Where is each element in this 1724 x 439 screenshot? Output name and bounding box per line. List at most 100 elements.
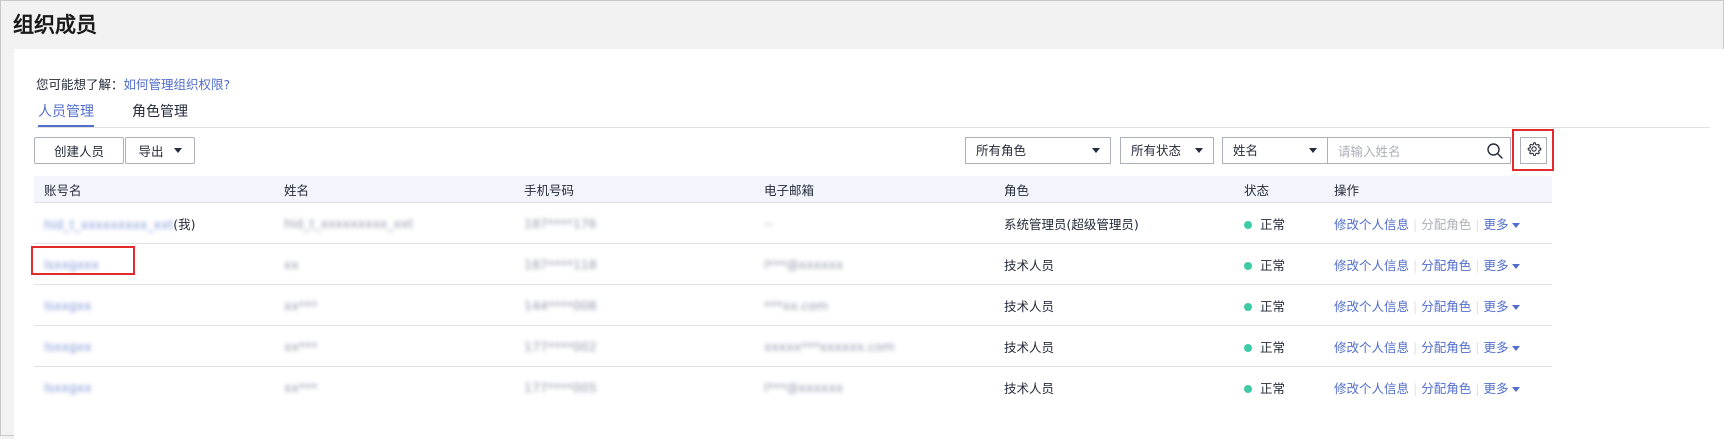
status-value: 正常 bbox=[1260, 339, 1286, 355]
status-value: 正常 bbox=[1260, 216, 1286, 232]
search-field-select[interactable]: 姓名 bbox=[1222, 137, 1328, 164]
status-dot-icon bbox=[1244, 344, 1252, 352]
ops-cell: 修改个人信息 | 分配角色 | 更多 bbox=[1324, 202, 1552, 244]
export-button[interactable]: 导出 bbox=[125, 137, 195, 164]
phone-value: 187****176 bbox=[524, 215, 597, 231]
column-header: 操作 bbox=[1324, 176, 1552, 203]
settings-highlight-box bbox=[1512, 129, 1554, 171]
chevron-down-icon bbox=[1092, 148, 1100, 153]
more-dropdown[interactable]: 更多 bbox=[1483, 258, 1508, 273]
column-header: 手机号码 bbox=[514, 176, 754, 203]
account-link[interactable]: lsxxgxx bbox=[44, 298, 92, 313]
account-link[interactable]: lsxxgxx bbox=[44, 339, 92, 354]
role-cell: 技术人员 bbox=[994, 284, 1234, 326]
hint-prefix: 您可能想了解： bbox=[36, 77, 124, 92]
assign-role-link[interactable]: 分配角色 bbox=[1421, 258, 1471, 273]
self-tag: (我) bbox=[173, 216, 196, 232]
status-cell: 正常 bbox=[1234, 202, 1324, 244]
table-row: hid_t_xxxxxxxxx_xxt(我) hid_t_xxxxxxxxx_x… bbox=[34, 202, 1552, 244]
email-cell: l***@xxxxxx bbox=[754, 243, 994, 285]
chevron-down-icon bbox=[1309, 148, 1317, 153]
chevron-down-icon bbox=[173, 148, 182, 153]
table-row: lsxxgxx xx*** 177****002 xxxxx***xxxxxx.… bbox=[34, 325, 1552, 367]
email-value: -- bbox=[764, 215, 774, 231]
table-row: lsxxgxx xx*** 177****005 l***@xxxxxx 技术人… bbox=[34, 367, 1552, 408]
role-cell: 技术人员 bbox=[1004, 380, 1055, 396]
email-cell: -- bbox=[754, 202, 994, 244]
tabs-divider bbox=[36, 127, 1710, 128]
role-filter-value: 所有角色 bbox=[976, 143, 1027, 158]
account-link[interactable]: lsxxgxx bbox=[44, 380, 92, 395]
separator: | bbox=[1413, 298, 1418, 314]
status-dot-icon bbox=[1244, 221, 1252, 229]
account-cell: lsxxgxx bbox=[34, 367, 274, 408]
phone-cell: 187****118 bbox=[514, 243, 754, 285]
account-cell: lsxxgxx bbox=[34, 325, 274, 367]
chevron-down-icon bbox=[1512, 222, 1521, 228]
more-dropdown[interactable]: 更多 bbox=[1483, 217, 1508, 232]
name-cell: hid_t_xxxxxxxxx_xxt bbox=[274, 202, 514, 244]
name-cell: xx*** bbox=[274, 325, 514, 367]
ops-cell: 修改个人信息 | 分配角色 | 更多 bbox=[1324, 284, 1552, 326]
more-dropdown[interactable]: 更多 bbox=[1483, 299, 1508, 314]
status-cell: 正常 bbox=[1234, 325, 1324, 367]
phone-value: 177****005 bbox=[524, 379, 597, 395]
members-table: 账号名 姓名 手机号码 电子邮箱 角色 状态 操作 hid_t_xxxxxxxx… bbox=[34, 176, 1552, 407]
separator: | bbox=[1413, 380, 1418, 396]
chevron-down-icon bbox=[1512, 386, 1521, 392]
more-dropdown[interactable]: 更多 bbox=[1483, 340, 1508, 355]
search-field-value: 姓名 bbox=[1233, 143, 1259, 158]
email-value: l***@xxxxxx bbox=[764, 379, 844, 395]
table-row: lsxxgxx xx*** 144****008 ***xx.com 技术人员 … bbox=[34, 284, 1552, 326]
status-cell: 正常 bbox=[1234, 367, 1324, 408]
status-filter-select[interactable]: 所有状态 bbox=[1120, 137, 1214, 164]
separator: | bbox=[1413, 257, 1418, 273]
tab-user-management[interactable]: 人员管理 bbox=[38, 99, 94, 127]
email-value: ***xx.com bbox=[764, 297, 829, 313]
status-cell: 正常 bbox=[1234, 284, 1324, 326]
edit-info-link[interactable]: 修改个人信息 bbox=[1334, 299, 1409, 314]
separator: | bbox=[1475, 380, 1480, 396]
assign-role-link[interactable]: 分配角色 bbox=[1421, 299, 1471, 314]
role-cell: 系统管理员(超级管理员) bbox=[994, 202, 1234, 244]
account-link[interactable]: hid_t_xxxxxxxxx_xxt bbox=[44, 217, 173, 232]
name-value: xx*** bbox=[284, 379, 318, 395]
name-cell: xx*** bbox=[274, 367, 514, 408]
assign-role-link-disabled: 分配角色 bbox=[1421, 216, 1472, 232]
status-value: 正常 bbox=[1260, 257, 1286, 273]
help-link[interactable]: 如何管理组织权限? bbox=[124, 77, 231, 92]
role-cell: 技术人员 bbox=[994, 325, 1234, 367]
separator: | bbox=[1413, 216, 1418, 232]
table-header-row: 账号名 姓名 手机号码 电子邮箱 角色 状态 操作 bbox=[34, 176, 1552, 203]
email-value: xxxxx***xxxxxx.com bbox=[764, 338, 895, 354]
search-icon[interactable] bbox=[1486, 142, 1504, 164]
assign-role-link[interactable]: 分配角色 bbox=[1421, 340, 1471, 355]
email-cell: ***xx.com bbox=[754, 284, 994, 326]
status-dot-icon bbox=[1244, 262, 1252, 270]
edit-info-link[interactable]: 修改个人信息 bbox=[1334, 258, 1409, 273]
phone-cell: 177****002 bbox=[514, 325, 754, 367]
name-cell: xx bbox=[274, 243, 514, 285]
table-row: lsxxgxxx xx 187****118 l***@xxxxxx 技术人员 … bbox=[34, 243, 1552, 285]
name-value: xx*** bbox=[284, 297, 318, 313]
edit-info-link[interactable]: 修改个人信息 bbox=[1334, 381, 1409, 396]
more-dropdown[interactable]: 更多 bbox=[1483, 381, 1508, 396]
name-value: hid_t_xxxxxxxxx_xxt bbox=[284, 215, 414, 231]
column-header: 姓名 bbox=[274, 176, 514, 203]
ops-cell: 修改个人信息 | 分配角色 | 更多 bbox=[1324, 325, 1552, 367]
tab-role-management[interactable]: 角色管理 bbox=[132, 99, 188, 125]
chevron-down-icon bbox=[1512, 263, 1521, 269]
email-cell: xxxxx***xxxxxx.com bbox=[754, 325, 994, 367]
assign-role-link[interactable]: 分配角色 bbox=[1421, 381, 1471, 396]
status-value: 正常 bbox=[1260, 380, 1286, 396]
phone-value: 177****002 bbox=[524, 338, 597, 354]
edit-info-link[interactable]: 修改个人信息 bbox=[1334, 217, 1409, 232]
email-value: l***@xxxxxx bbox=[764, 256, 844, 272]
role-filter-select[interactable]: 所有角色 bbox=[965, 137, 1111, 164]
account-highlight-box bbox=[31, 246, 135, 275]
ops-cell: 修改个人信息 | 分配角色 | 更多 bbox=[1324, 367, 1552, 408]
create-user-button[interactable]: 创建人员 bbox=[34, 137, 124, 164]
edit-info-link[interactable]: 修改个人信息 bbox=[1334, 340, 1409, 355]
hint-text: 您可能想了解：如何管理组织权限? bbox=[36, 74, 230, 93]
search-input[interactable] bbox=[1328, 138, 1480, 165]
